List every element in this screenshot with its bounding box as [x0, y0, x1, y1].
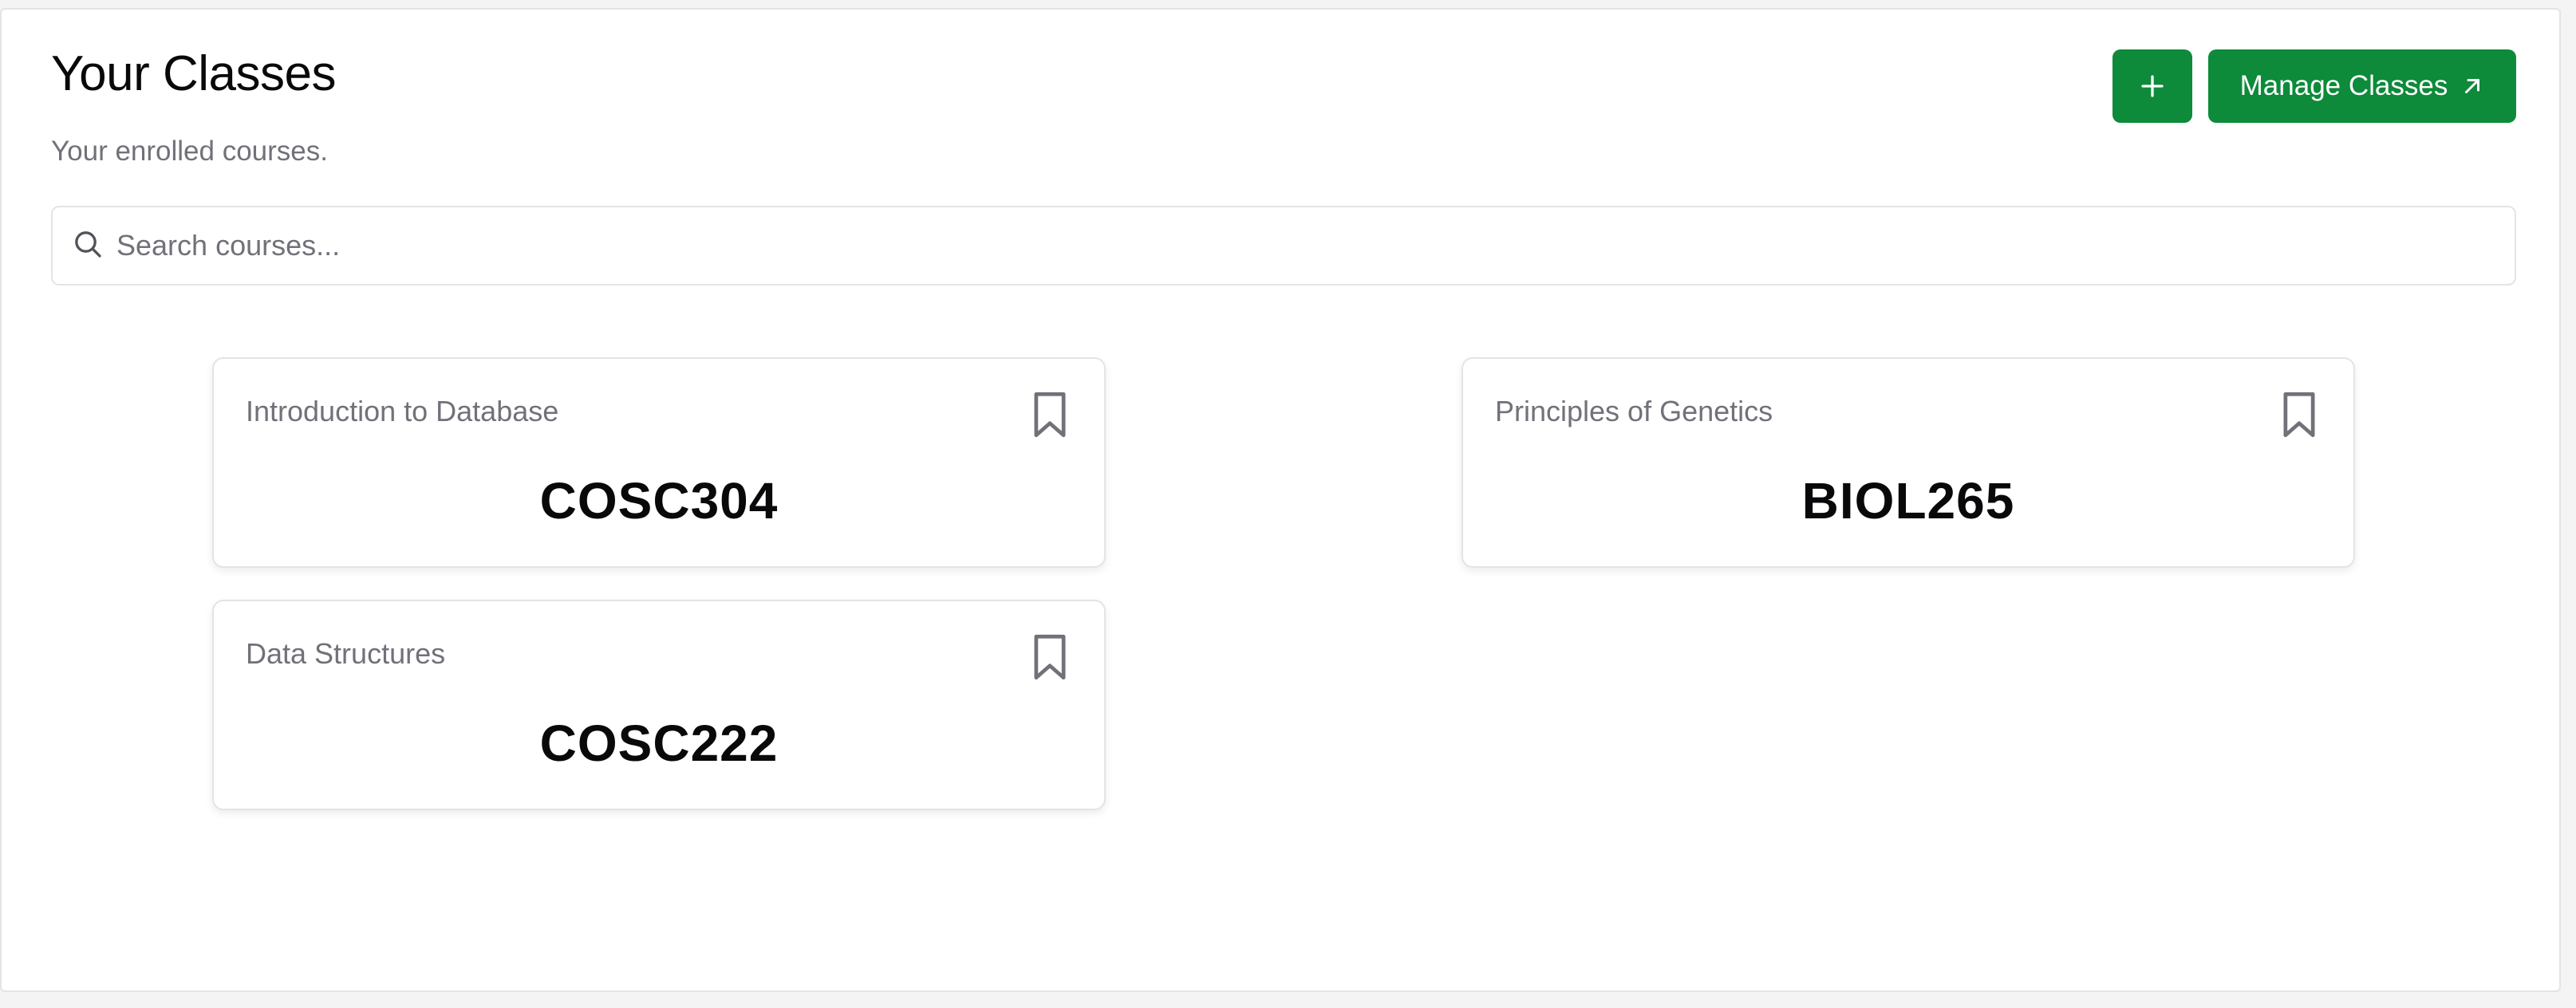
course-card-cosc222[interactable]: Data Structures COSC222	[212, 600, 1106, 810]
search-icon	[75, 231, 101, 258]
arrow-up-right-icon	[2465, 79, 2480, 93]
plus-icon	[2141, 75, 2164, 97]
bookmark-icon[interactable]	[1029, 633, 1071, 681]
manage-classes-button[interactable]: Manage Classes	[2208, 49, 2516, 123]
course-name: Introduction to Database	[246, 395, 559, 427]
bookmark-icon[interactable]	[2278, 391, 2320, 439]
search-box[interactable]	[51, 206, 2516, 285]
search-input[interactable]	[116, 207, 2494, 284]
bookmark-icon[interactable]	[1029, 391, 1071, 439]
manage-classes-label: Manage Classes	[2239, 70, 2448, 101]
course-code: COSC304	[539, 472, 779, 530]
course-code: COSC222	[539, 715, 779, 772]
course-card-biol265[interactable]: Principles of Genetics BIOL265	[1462, 357, 2355, 568]
course-card-cosc304[interactable]: Introduction to Database COSC304	[212, 357, 1106, 568]
course-name: Principles of Genetics	[1495, 395, 1773, 427]
add-class-button[interactable]	[2112, 49, 2192, 123]
page-title: Your Classes	[51, 46, 337, 101]
course-code: BIOL265	[1801, 472, 2015, 530]
classes-panel: Your Classes Your enrolled courses. Mana…	[0, 8, 2561, 992]
course-name: Data Structures	[246, 637, 446, 670]
page-subtitle: Your enrolled courses.	[51, 136, 328, 167]
